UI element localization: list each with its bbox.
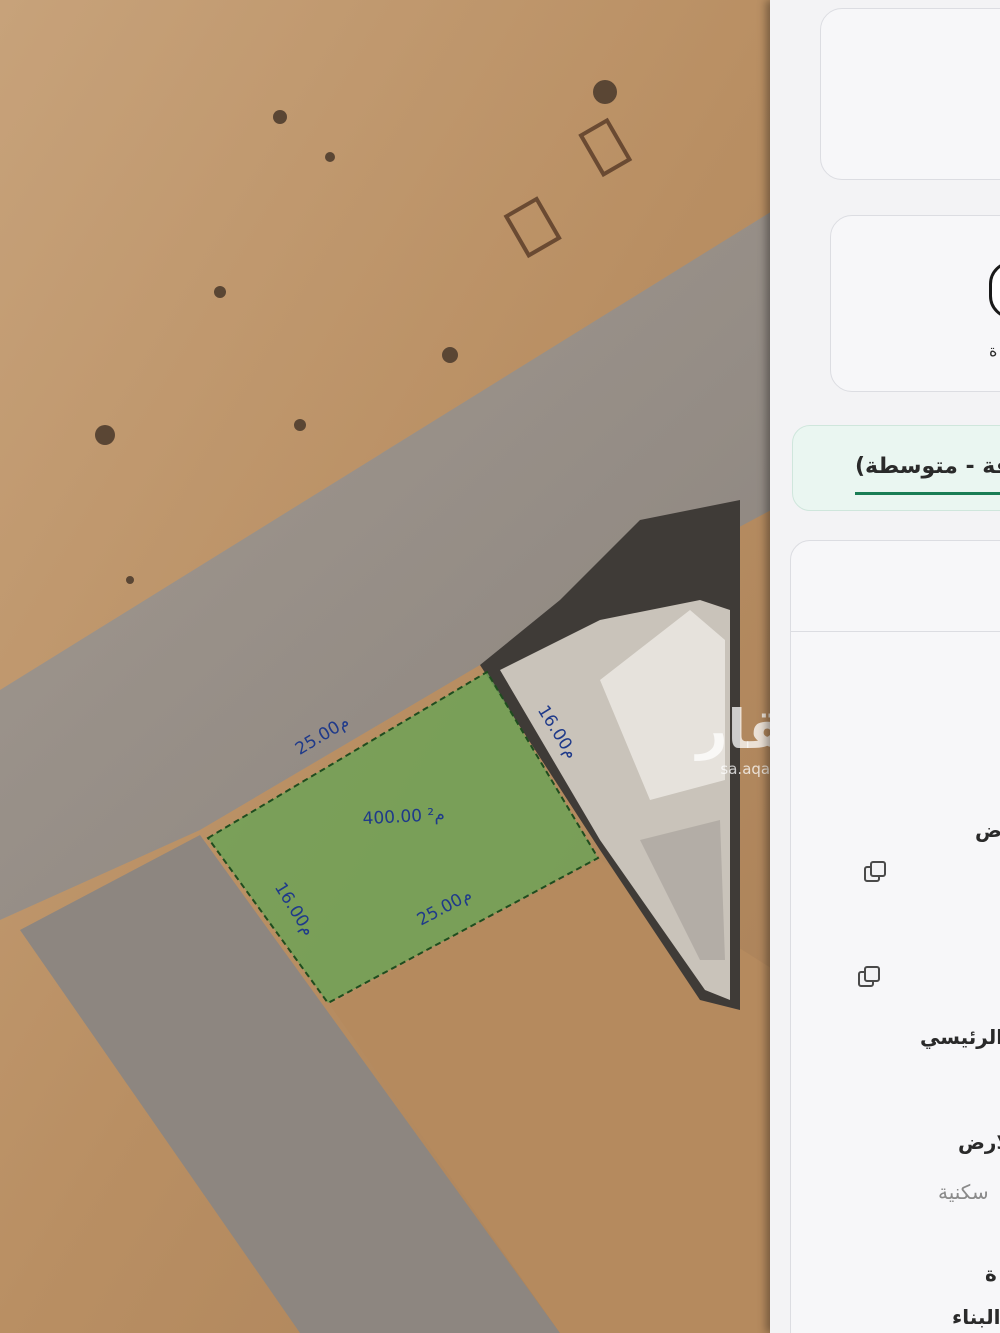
top-card[interactable] [820, 8, 1000, 180]
listing-details-panel: ة قة - متوسطة) ض الرئيسي لارض سكنية ة ط … [770, 0, 1000, 1333]
detail-label-c: لارض [958, 1130, 1000, 1154]
details-card [790, 540, 1000, 1333]
details-divider [791, 631, 1000, 632]
avatar[interactable] [989, 261, 1000, 319]
detail-label-e: ة [985, 1262, 997, 1286]
copy-icon[interactable] [856, 965, 880, 987]
detail-label-b: الرئيسي [920, 1025, 1000, 1049]
detail-label-a: ض [975, 818, 1000, 842]
detail-value-d: سكنية [938, 1180, 989, 1204]
agent-name-fragment: ة [989, 341, 998, 360]
category-chip[interactable]: قة - متوسطة) [792, 425, 1000, 511]
category-value: قة - متوسطة) [855, 454, 1000, 479]
detail-label-f: ط البناء [952, 1305, 1000, 1329]
agent-card[interactable]: ة [830, 215, 1000, 392]
copy-icon[interactable] [862, 860, 886, 882]
satellite-map[interactable]: 400.00 م² 25.00م 25.00م 16.00م 16.00م [0, 0, 790, 1333]
category-underline [855, 492, 1000, 495]
